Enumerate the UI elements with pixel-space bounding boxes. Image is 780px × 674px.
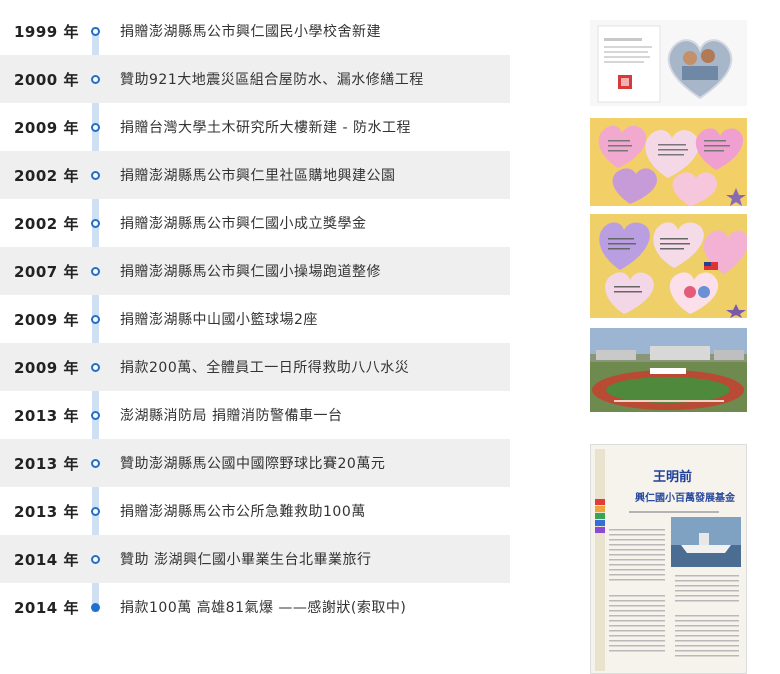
event-text: 捐贈澎湖縣馬公市興仁國民小學校舍新建: [120, 24, 381, 40]
event-text: 捐贈澎湖縣中山國小籃球場2座: [120, 312, 318, 328]
timeline-dot: [91, 75, 100, 84]
timeline: 1999 年 捐贈澎湖縣馬公市興仁國民小學校舍新建 2000 年 贊助921大地…: [0, 7, 510, 631]
timeline-row: 2000 年 贊助921大地震災區組合屋防水、漏水修繕工程: [0, 55, 510, 103]
year-label: 2007 年: [14, 262, 79, 281]
heart-cards-image-2: [590, 214, 747, 318]
magazine-header: 王明前: [653, 469, 692, 485]
timeline-row: 2013 年 澎湖縣消防局 捐贈消防警備車一台: [0, 391, 510, 439]
timeline-dot: [91, 555, 100, 564]
certificate-photo: [590, 20, 747, 106]
timeline-row: 2013 年 捐贈澎湖縣馬公市公所急難救助100萬: [0, 487, 510, 535]
timeline-row: 2014 年 捐款100萬 高雄81氣爆 ——感謝狀(索取中): [0, 583, 510, 631]
event-text: 捐贈澎湖縣馬公市興仁國小操場跑道整修: [120, 264, 381, 280]
timeline-dot: [91, 507, 100, 516]
timeline-row: 2009 年 捐贈台灣大學土木研究所大樓新建 - 防水工程: [0, 103, 510, 151]
timeline-dot: [91, 267, 100, 276]
timeline-dot: [91, 171, 100, 180]
year-label: 2009 年: [14, 118, 79, 137]
year-label: 2000 年: [14, 70, 79, 89]
event-text: 贊助澎湖縣馬公國中國際野球比賽20萬元: [120, 456, 386, 472]
timeline-dot: [91, 411, 100, 420]
event-text: 澎湖縣消防局 捐贈消防警備車一台: [120, 408, 343, 424]
year-label: 2009 年: [14, 310, 79, 329]
event-text: 捐款100萬 高雄81氣爆 ——感謝狀(索取中): [120, 600, 407, 616]
timeline-row: 2014 年 贊助 澎湖興仁國小畢業生台北畢業旅行: [0, 535, 510, 583]
year-label: 2013 年: [14, 406, 79, 425]
magazine-article-image: 王明前 興仁國小百萬發展基金: [591, 445, 746, 673]
school-track-image: [590, 328, 747, 412]
year-label: 2013 年: [14, 502, 79, 521]
event-text: 捐贈台灣大學土木研究所大樓新建 - 防水工程: [120, 120, 411, 136]
timeline-dot: [91, 363, 100, 372]
timeline-row: 2009 年 捐款200萬、全體員工一日所得救助八八水災: [0, 343, 510, 391]
timeline-dot: [91, 219, 100, 228]
timeline-dot: [91, 123, 100, 132]
timeline-dot: [91, 27, 100, 36]
timeline-row: 2002 年 捐贈澎湖縣馬公市興仁國小成立獎學金: [0, 199, 510, 247]
heart-cards-image: [590, 118, 747, 206]
magazine-subtitle: 興仁國小百萬發展基金: [635, 491, 736, 504]
timeline-row: 2007 年 捐贈澎湖縣馬公市興仁國小操場跑道整修: [0, 247, 510, 295]
event-text: 贊助 澎湖興仁國小畢業生台北畢業旅行: [120, 552, 372, 568]
magazine-page: 王明前 興仁國小百萬發展基金: [590, 444, 747, 674]
event-text: 捐款200萬、全體員工一日所得救助八八水災: [120, 360, 410, 376]
year-label: 2014 年: [14, 598, 79, 617]
event-text: 贊助921大地震災區組合屋防水、漏水修繕工程: [120, 72, 424, 88]
timeline-row: 2013 年 贊助澎湖縣馬公國中國際野球比賽20萬元: [0, 439, 510, 487]
certificate-image: [590, 20, 747, 106]
heart-cards-photo: [590, 118, 747, 206]
photo-column: 王明前 興仁國小百萬發展基金: [590, 0, 760, 674]
year-label: 2002 年: [14, 214, 79, 233]
timeline-row: 2009 年 捐贈澎湖縣中山國小籃球場2座: [0, 295, 510, 343]
timeline-dot: [91, 315, 100, 324]
event-text: 捐贈澎湖縣馬公市公所急難救助100萬: [120, 504, 366, 520]
year-label: 1999 年: [14, 22, 79, 41]
school-track-photo: [590, 328, 747, 412]
timeline-row: 1999 年 捐贈澎湖縣馬公市興仁國民小學校舍新建: [0, 7, 510, 55]
timeline-dot-current: [91, 603, 100, 612]
event-text: 捐贈澎湖縣馬公市興仁里社區購地興建公園: [120, 168, 396, 184]
year-label: 2002 年: [14, 166, 79, 185]
timeline-row: 2002 年 捐贈澎湖縣馬公市興仁里社區購地興建公園: [0, 151, 510, 199]
year-label: 2009 年: [14, 358, 79, 377]
timeline-dot: [91, 459, 100, 468]
event-text: 捐贈澎湖縣馬公市興仁國小成立獎學金: [120, 216, 367, 232]
heart-cards-photo-2: [590, 214, 747, 318]
year-label: 2014 年: [14, 550, 79, 569]
year-label: 2013 年: [14, 454, 79, 473]
